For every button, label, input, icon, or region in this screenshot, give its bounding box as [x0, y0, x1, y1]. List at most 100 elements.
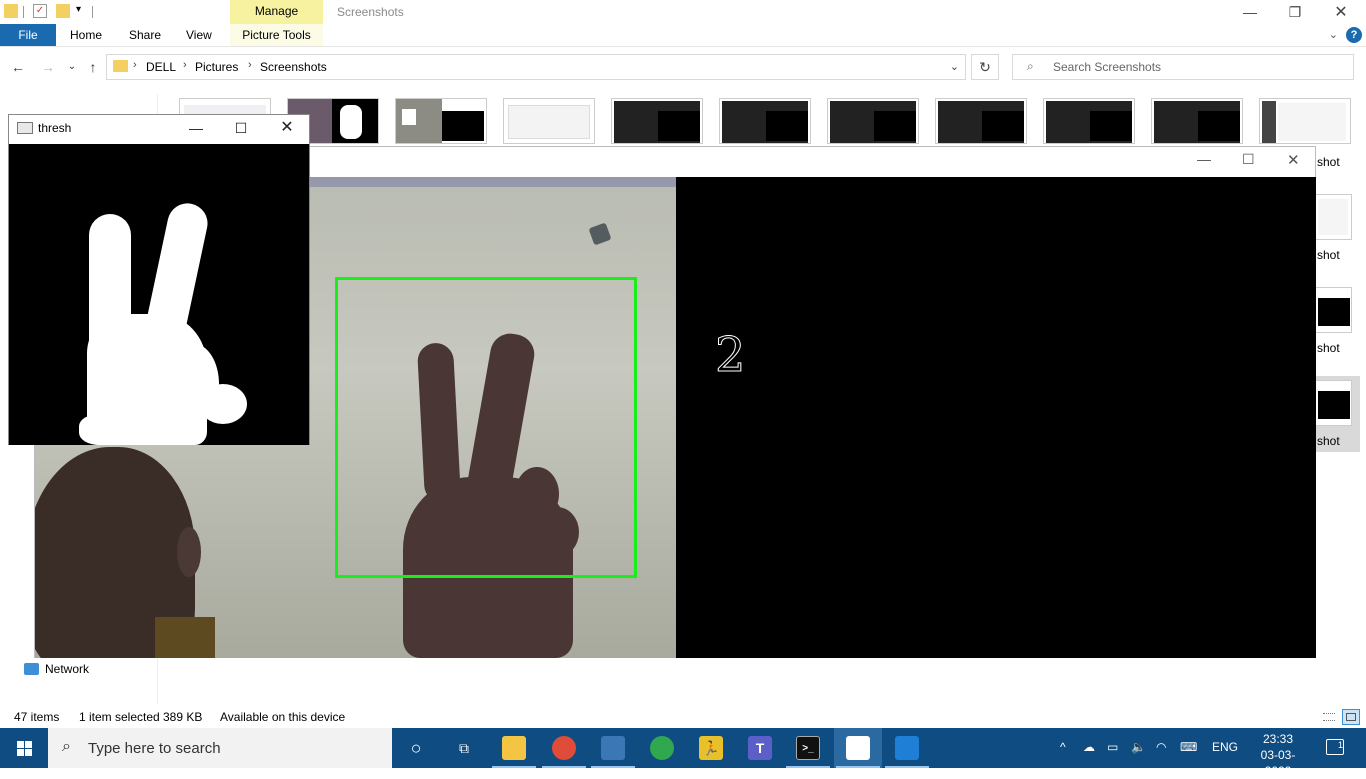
nav-item-label: Network	[45, 662, 90, 676]
battery-icon[interactable]: ▭	[1107, 740, 1118, 754]
file-thumbnail[interactable]	[1314, 380, 1352, 426]
search-input[interactable]: ⌕ Search Screenshots	[1012, 54, 1354, 80]
file-thumbnail[interactable]	[1259, 98, 1351, 144]
thresh-window: thresh — ☐ ✕	[8, 114, 310, 445]
tab-file[interactable]: File	[0, 24, 56, 46]
system-clock[interactable]: 23:33 03-03-2022	[1248, 731, 1308, 779]
explorer-title-bar: ✓ ▾ Manage Screenshots — ❐ ✕	[0, 0, 1366, 24]
keyboard-icon[interactable]: ⌨	[1180, 740, 1197, 754]
chrome-profile-icon[interactable]	[650, 736, 674, 760]
breadcrumb-dell[interactable]: DELL	[146, 60, 176, 74]
maximize-button[interactable]: ☐	[1242, 151, 1255, 168]
details-view-icon[interactable]	[1320, 709, 1338, 725]
minimize-button[interactable]: —	[181, 118, 211, 138]
minimize-button[interactable]: —	[1227, 0, 1273, 24]
file-name-label[interactable]: shot	[1317, 155, 1340, 169]
selection-size: 389 KB	[163, 710, 203, 724]
large-icons-view-icon[interactable]	[1342, 709, 1360, 725]
up-arrow-icon[interactable]: ↑	[83, 57, 103, 77]
task-view-icon[interactable]: ⧉	[452, 736, 476, 760]
thresh-window-title: thresh	[38, 121, 72, 135]
file-thumbnail[interactable]	[1314, 287, 1352, 333]
chevron-right-icon[interactable]: ›	[133, 59, 137, 71]
expand-ribbon-icon[interactable]: ⌄	[1329, 28, 1338, 41]
volume-icon[interactable]: 🔈	[1131, 740, 1146, 754]
search-placeholder: Search Screenshots	[1053, 60, 1162, 74]
region-of-interest-box	[335, 277, 637, 578]
notification-count: 1	[1337, 740, 1343, 750]
manage-tab[interactable]: Manage	[230, 0, 323, 24]
taskbar-search-placeholder: Type here to search	[88, 740, 221, 757]
tab-home[interactable]: Home	[58, 24, 114, 46]
window-title: Screenshots	[337, 5, 404, 19]
predicted-gesture-count: 2	[715, 327, 747, 384]
file-name-label[interactable]: shot	[1317, 248, 1340, 262]
item-count: 47 items	[14, 710, 60, 724]
file-thumbnail[interactable]	[827, 98, 919, 144]
file-thumbnail[interactable]	[1314, 194, 1352, 240]
address-bar-row: ← → ⌄ ↑ › DELL › Pictures › Screenshots …	[0, 50, 1366, 84]
address-bar[interactable]: › DELL › Pictures › Screenshots ⌄	[106, 54, 966, 80]
teams-icon[interactable]: T	[748, 736, 772, 760]
chevron-right-icon[interactable]: ›	[248, 59, 252, 71]
availability-status: Available on this device	[220, 710, 346, 724]
start-button[interactable]	[0, 728, 48, 768]
file-thumbnail[interactable]	[1043, 98, 1135, 144]
taskbar: ⌕ Type here to search ○ ⧉ 🏃 T >_ ^ ☁ ▭ 🔈…	[0, 728, 1366, 778]
command-prompt-icon[interactable]: >_	[796, 736, 820, 760]
breadcrumb-screenshots[interactable]: Screenshots	[260, 60, 327, 74]
wifi-icon[interactable]: ◠	[1156, 740, 1166, 754]
close-button[interactable]: ✕	[1318, 0, 1364, 24]
recent-locations-icon[interactable]: ⌄	[62, 57, 82, 77]
search-icon: ⌕	[1027, 59, 1034, 73]
clock-time: 23:33	[1262, 732, 1294, 746]
selection-count: 1 item selected	[79, 710, 160, 724]
chevron-right-icon[interactable]: ›	[183, 59, 187, 71]
prediction-panel	[676, 177, 1316, 658]
new-folder-icon[interactable]	[56, 4, 70, 18]
clock-date: 03-03-2022	[1260, 748, 1296, 778]
folder-icon[interactable]	[4, 4, 18, 18]
file-thumbnail[interactable]	[1151, 98, 1243, 144]
file-thumbnail[interactable]	[719, 98, 811, 144]
properties-icon[interactable]: ✓	[33, 4, 47, 18]
file-thumbnail[interactable]	[611, 98, 703, 144]
chrome-icon[interactable]	[552, 736, 576, 760]
restore-button[interactable]: ❐	[1272, 0, 1318, 24]
game-icon[interactable]: 🏃	[699, 736, 723, 760]
threshold-image	[9, 144, 309, 445]
show-hidden-icons-icon[interactable]: ^	[1060, 740, 1066, 754]
chevron-down-icon[interactable]: ⌄	[950, 60, 959, 73]
python-icon[interactable]	[601, 736, 625, 760]
tab-picture-tools[interactable]: Picture Tools	[230, 24, 323, 46]
taskbar-search-input[interactable]: ⌕ Type here to search	[48, 728, 392, 768]
file-explorer-icon[interactable]	[502, 736, 526, 760]
folder-icon	[113, 60, 128, 72]
search-icon: ⌕	[62, 738, 71, 755]
file-thumbnail[interactable]	[935, 98, 1027, 144]
status-bar: 47 items 1 item selected 389 KB Availabl…	[0, 706, 1366, 728]
forward-arrow-icon[interactable]: →	[38, 57, 58, 77]
document-icon[interactable]	[846, 736, 870, 760]
maximize-button[interactable]: ☐	[226, 118, 256, 138]
file-thumbnail[interactable]	[503, 98, 595, 144]
file-name-label[interactable]: shot	[1317, 341, 1340, 355]
file-name-label[interactable]: shot	[1317, 434, 1340, 448]
tab-share[interactable]: Share	[117, 24, 173, 46]
close-button[interactable]: ✕	[272, 118, 302, 138]
onedrive-icon[interactable]: ☁	[1083, 740, 1095, 754]
minimize-button[interactable]: —	[1197, 151, 1211, 167]
refresh-button[interactable]: ↻	[971, 54, 999, 80]
close-button[interactable]: ✕	[1287, 151, 1300, 169]
language-indicator[interactable]: ENG	[1212, 740, 1238, 754]
photos-icon[interactable]	[895, 736, 919, 760]
back-arrow-icon[interactable]: ←	[8, 57, 28, 77]
file-thumbnail[interactable]	[395, 98, 487, 144]
network-icon	[24, 663, 39, 675]
customize-toolbar-icon[interactable]: ▾	[76, 4, 81, 15]
cortana-icon[interactable]: ○	[404, 736, 428, 760]
notification-center-icon[interactable]: 1	[1326, 739, 1344, 755]
tab-view[interactable]: View	[174, 24, 224, 46]
breadcrumb-pictures[interactable]: Pictures	[195, 60, 238, 74]
help-icon[interactable]: ?	[1346, 27, 1362, 43]
